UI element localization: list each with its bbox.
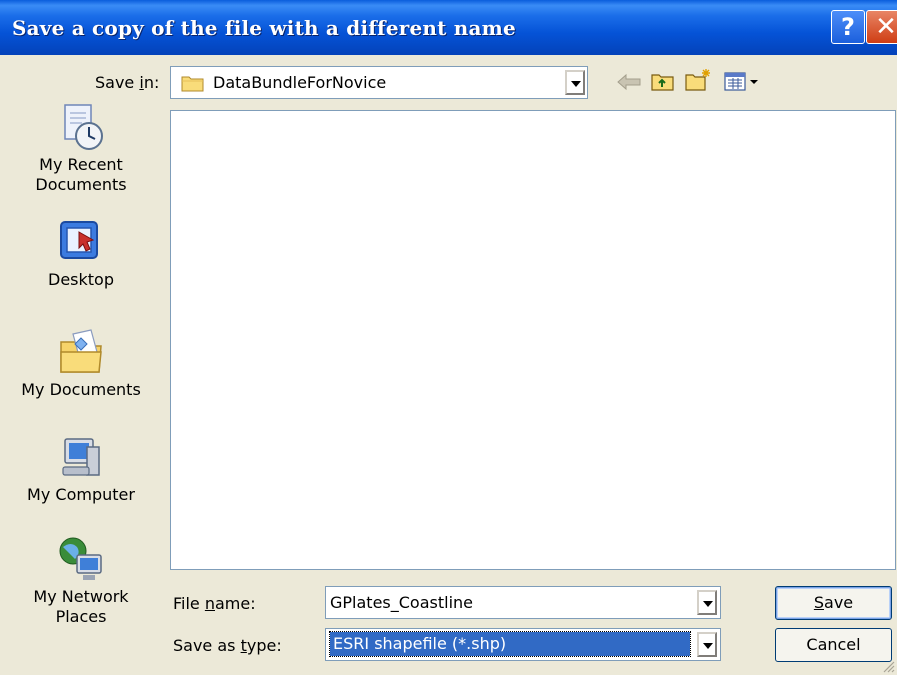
save-as-dialog: Save a copy of the file with a different…: [0, 0, 897, 675]
chevron-down-icon: [571, 81, 581, 87]
close-button[interactable]: ✕: [866, 10, 897, 44]
save-as-type-dropdown-button[interactable]: [697, 632, 717, 657]
save-in-dropdown[interactable]: DataBundleForNovice: [170, 66, 588, 99]
place-label: My Documents: [21, 380, 141, 399]
save-button[interactable]: Save: [775, 586, 892, 620]
back-arrow-icon[interactable]: [616, 72, 642, 92]
place-recent-documents[interactable]: My Recent Documents: [6, 103, 156, 195]
chevron-down-icon: [703, 601, 713, 607]
save-as-type-value: ESRI shapefile (*.shp): [329, 631, 691, 657]
views-menu-icon[interactable]: [724, 72, 764, 92]
save-as-type-dropdown[interactable]: ESRI shapefile (*.shp): [325, 628, 721, 661]
place-my-computer[interactable]: My Computer: [6, 433, 156, 505]
place-label: Desktop: [48, 270, 114, 289]
file-name-label: File name:: [173, 594, 256, 613]
dialog-title: Save a copy of the file with a different…: [12, 16, 516, 40]
place-label: My Computer: [27, 485, 135, 504]
title-bar[interactable]: Save a copy of the file with a different…: [0, 0, 897, 55]
my-documents-icon: [60, 329, 102, 373]
file-name-dropdown-button[interactable]: [697, 590, 717, 615]
place-label: Places: [55, 607, 107, 626]
new-folder-icon[interactable]: [684, 68, 712, 92]
chevron-down-icon: [703, 643, 713, 649]
my-computer-icon: [62, 438, 100, 476]
cancel-button[interactable]: Cancel: [775, 628, 892, 662]
place-label: My Network: [33, 587, 129, 606]
recent-documents-icon: [64, 104, 103, 150]
place-label: Documents: [35, 175, 127, 194]
file-name-input[interactable]: GPlates_Coastline: [330, 593, 473, 612]
save-in-value: DataBundleForNovice: [213, 73, 387, 92]
file-list[interactable]: [170, 110, 896, 570]
place-desktop[interactable]: Desktop: [6, 218, 156, 290]
save-as-type-label: Save as type:: [173, 636, 282, 655]
folder-icon: [181, 76, 204, 92]
place-label: My Recent: [39, 155, 123, 174]
help-button[interactable]: ?: [831, 10, 865, 44]
up-folder-icon[interactable]: [650, 70, 676, 92]
resize-grip-icon[interactable]: [881, 659, 895, 673]
network-places-icon: [59, 537, 102, 580]
save-in-dropdown-button[interactable]: [565, 70, 585, 95]
desktop-icon: [60, 221, 98, 259]
place-my-documents[interactable]: My Documents: [6, 328, 156, 400]
file-name-combo[interactable]: GPlates_Coastline: [325, 586, 721, 619]
place-network-places[interactable]: My Network Places: [6, 535, 156, 627]
places-bar: My Recent Documents Desktop My Documents: [6, 63, 156, 663]
